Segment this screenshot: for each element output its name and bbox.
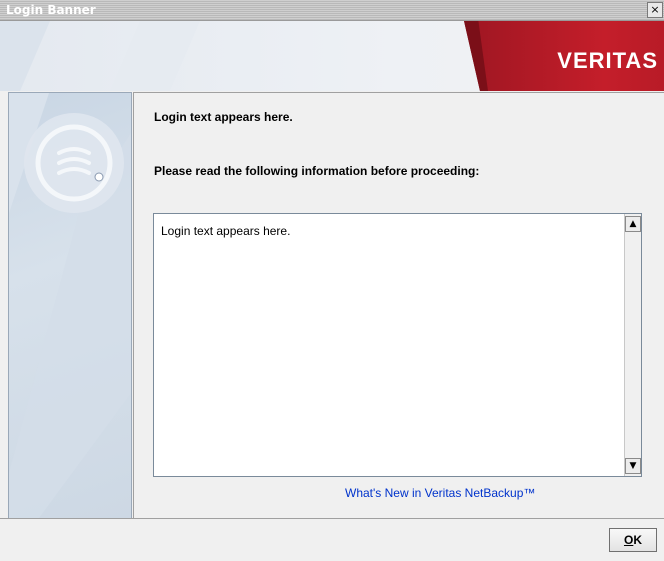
banner-textarea[interactable]: Login text appears here. ▲ ▼ (153, 213, 642, 477)
header-decoration (0, 21, 200, 91)
left-decor-panel (8, 92, 132, 519)
veritas-swirl-icon (9, 93, 131, 518)
button-bar (0, 518, 664, 561)
whats-new-link[interactable]: What's New in Veritas NetBackup™ (345, 486, 535, 500)
banner-text: Login text appears here. (161, 224, 291, 238)
ok-mnemonic: O (623, 533, 634, 547)
veritas-logo: VERITAS (557, 48, 658, 73)
instruction-text: Please read the following information be… (154, 164, 480, 178)
ok-label: K (633, 533, 642, 547)
scroll-down-button[interactable]: ▼ (625, 458, 641, 474)
login-heading: Login text appears here. (154, 110, 293, 124)
title-bar[interactable]: Login Banner × (0, 0, 664, 21)
window-title: Login Banner (6, 3, 96, 17)
close-button[interactable]: × (647, 2, 663, 18)
ok-button[interactable]: OK (609, 528, 657, 552)
vertical-scrollbar[interactable]: ▲ ▼ (624, 214, 641, 476)
scroll-up-button[interactable]: ▲ (625, 216, 641, 232)
header-banner: VERITAS (0, 21, 664, 91)
